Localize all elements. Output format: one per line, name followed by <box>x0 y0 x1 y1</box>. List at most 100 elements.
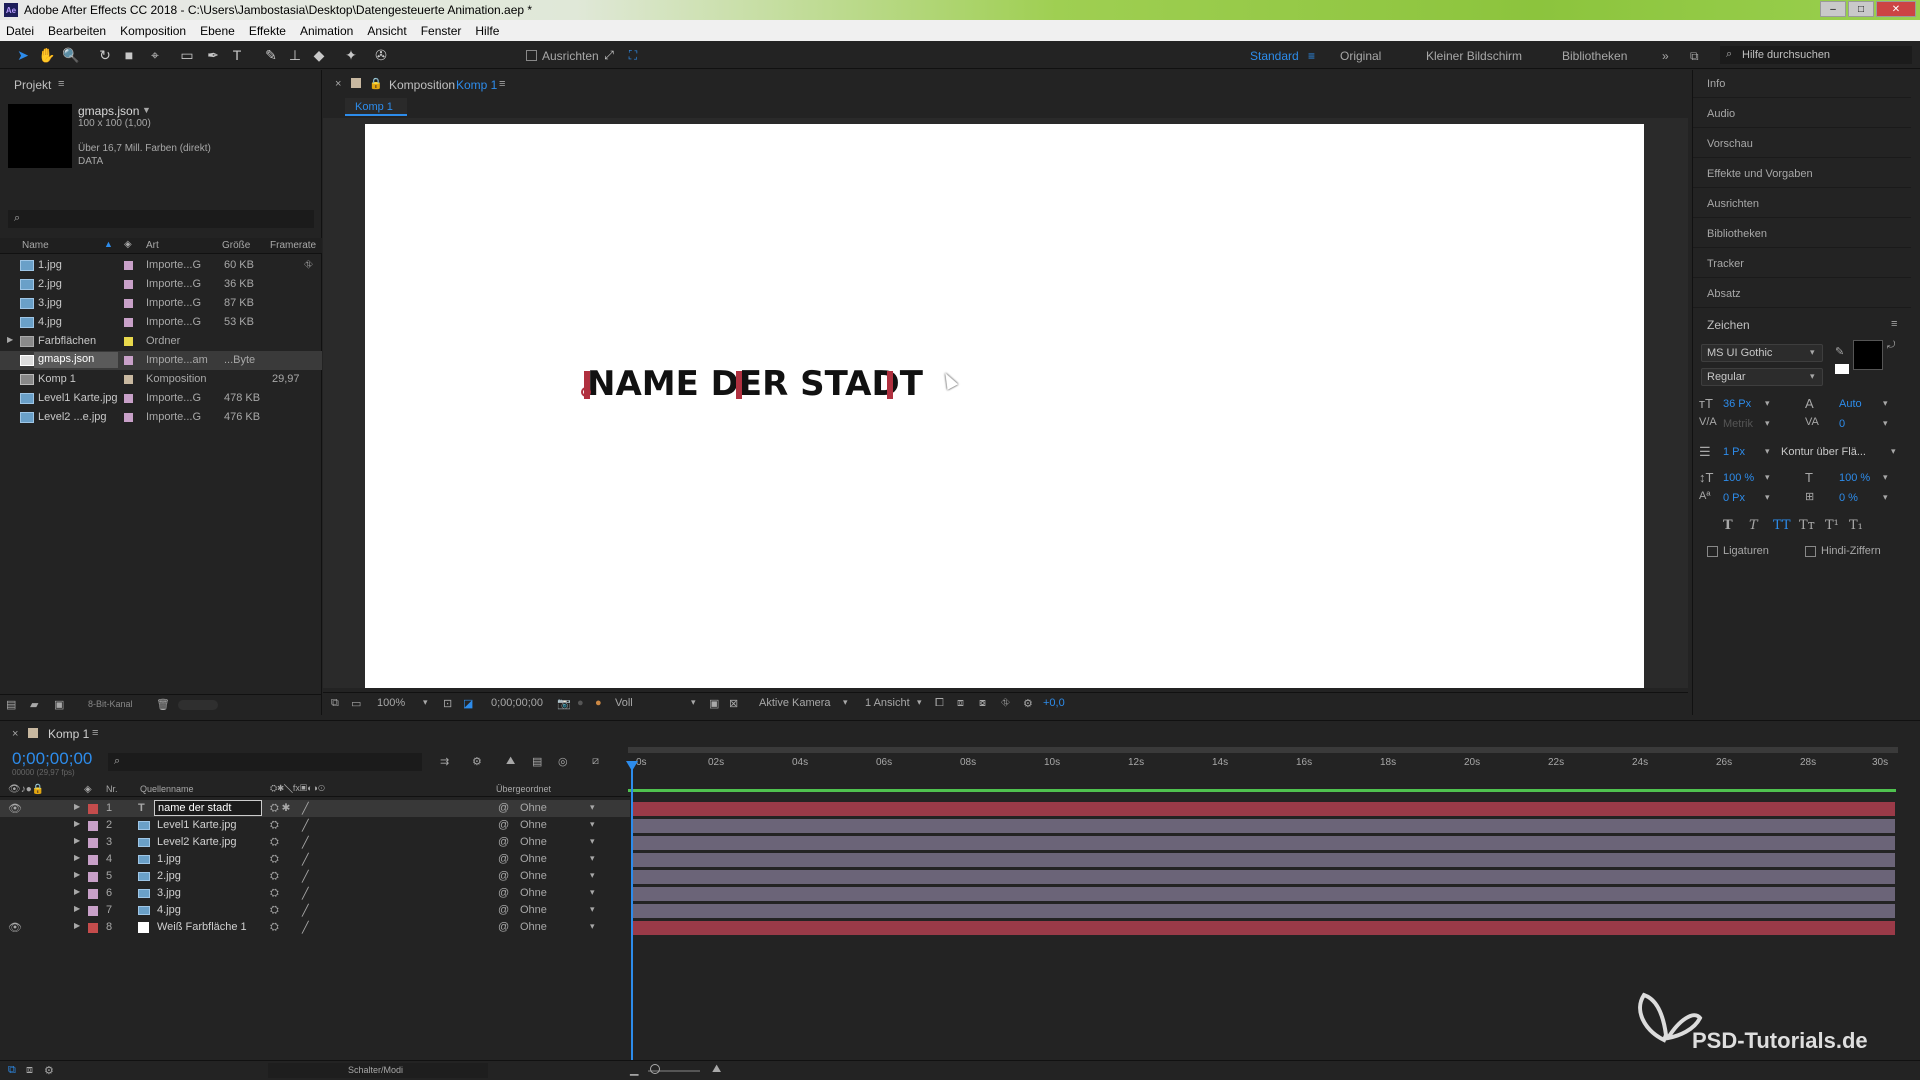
chevron-down-icon[interactable]: ▾ <box>917 697 922 708</box>
close-button[interactable]: ✕ <box>1876 1 1916 17</box>
quality-switch-icon[interactable]: ╱ <box>302 853 309 866</box>
label-column-icon[interactable]: ◈ <box>124 239 132 250</box>
layer-duration-bar[interactable] <box>632 802 1895 816</box>
layer-label-color[interactable] <box>88 906 98 916</box>
chevron-down-icon[interactable]: ▾ <box>1883 398 1888 409</box>
snapshot-icon[interactable]: 📷 <box>557 697 571 710</box>
transfer-controls-icon[interactable]: ⧈ <box>26 1064 33 1077</box>
clone-stamp-tool-icon[interactable]: ⊥ <box>286 47 304 63</box>
pick-whip-icon[interactable]: @ <box>498 870 509 882</box>
shy-switch-icon[interactable]: ⛭ <box>270 904 279 917</box>
label-color[interactable] <box>124 375 133 384</box>
expand-triangle-icon[interactable]: ▶ <box>74 802 80 811</box>
layer-duration-bar[interactable] <box>632 870 1895 884</box>
layer-name[interactable]: name der stadt <box>154 800 262 816</box>
chevron-down-icon[interactable]: ▾ <box>1765 446 1770 457</box>
align-checkbox[interactable] <box>526 50 537 61</box>
label-color[interactable] <box>124 356 133 365</box>
layer-name[interactable]: 1.jpg <box>157 853 181 865</box>
panel-info[interactable]: Info <box>1693 70 1911 98</box>
chevron-down-icon[interactable]: ▾ <box>590 921 595 932</box>
quality-switch-icon[interactable]: ╱ <box>302 819 309 832</box>
eraser-tool-icon[interactable]: ◆ <box>310 47 328 63</box>
menu-komposition[interactable]: Komposition <box>120 24 186 38</box>
monitor-icon[interactable]: ▭ <box>351 697 361 710</box>
time-ruler[interactable]: 0s 02s 04s 06s 08s 10s 12s 14s 16s 18s 2… <box>628 747 1898 779</box>
parent-select[interactable]: Ohne <box>520 921 547 933</box>
parent-select[interactable]: Ohne <box>520 819 547 831</box>
sync-settings-icon[interactable]: ⧉ <box>1690 49 1699 64</box>
parent-select[interactable]: Ohne <box>520 853 547 865</box>
more-workspaces-icon[interactable]: » <box>1662 49 1669 63</box>
motion-blur-icon[interactable]: ◎ <box>558 755 568 768</box>
kerning-value[interactable]: Metrik <box>1723 418 1753 430</box>
current-time[interactable]: 0;00;00;00 <box>491 697 543 709</box>
project-item-4jpg[interactable]: 4.jpg Importe...G 53 KB <box>0 313 322 332</box>
superscript-button[interactable]: T¹ <box>1825 518 1839 533</box>
chevron-down-icon[interactable]: ▾ <box>1765 398 1770 409</box>
expand-triangle-icon[interactable]: ▶ <box>74 853 80 862</box>
new-composition-icon[interactable]: ▣ <box>54 698 64 711</box>
draft-3d-icon[interactable]: ⚙ <box>472 755 482 768</box>
chevron-down-icon[interactable]: ▾ <box>843 697 848 708</box>
camera-select[interactable]: Aktive Kamera <box>759 697 831 709</box>
layer-duration-bar[interactable] <box>632 836 1895 850</box>
channel-icon[interactable]: ● <box>595 697 602 709</box>
shy-switch-icon[interactable]: ⛭ <box>270 887 279 900</box>
pick-whip-icon[interactable]: @ <box>498 819 509 831</box>
selected-item-name[interactable]: gmaps.json <box>78 104 139 118</box>
chevron-down-icon[interactable]: ▾ <box>590 819 595 830</box>
label-color[interactable] <box>124 394 133 403</box>
snap-icon[interactable]: ⤢ <box>600 47 618 63</box>
rotate-tool-icon[interactable]: ↻ <box>96 47 114 63</box>
hand-tool-icon[interactable]: ✋ <box>38 47 56 63</box>
exposure-value[interactable]: +0,0 <box>1043 697 1065 709</box>
lock-icon[interactable]: 🔒 <box>369 77 383 90</box>
hindi-digits-checkbox[interactable] <box>1805 546 1816 557</box>
font-style-select[interactable]: Regular ▾ <box>1701 368 1823 386</box>
menu-fenster[interactable]: Fenster <box>421 24 462 38</box>
chevron-down-icon[interactable]: ▾ <box>1765 492 1770 503</box>
fast-previews-icon[interactable]: ▣ <box>709 697 719 710</box>
project-item-2jpg[interactable]: 2.jpg Importe...G 36 KB <box>0 275 322 294</box>
panel-tracker[interactable]: Tracker <box>1693 250 1911 278</box>
all-caps-button[interactable]: TT <box>1773 518 1791 533</box>
stroke-width-value[interactable]: 1 Px <box>1723 446 1745 458</box>
shy-switch-icon[interactable]: ⛭ <box>270 836 279 849</box>
expand-triangle-icon[interactable]: ▶ <box>74 887 80 896</box>
quality-switch-icon[interactable]: ╱ <box>302 870 309 883</box>
layer-duration-bar[interactable] <box>632 853 1895 867</box>
transparency-grid-icon[interactable]: ⊠ <box>729 697 738 710</box>
workspace-menu-icon[interactable]: ≡ <box>1308 49 1315 63</box>
project-item-level1[interactable]: Level1 Karte.jpg Importe...G 478 KB <box>0 389 322 408</box>
parent-select[interactable]: Ohne <box>520 836 547 848</box>
close-tab-icon[interactable]: × <box>12 728 18 740</box>
pick-whip-icon[interactable]: @ <box>498 802 509 814</box>
expand-triangle-icon[interactable]: ▶ <box>74 921 80 930</box>
panel-bibliotheken[interactable]: Bibliotheken <box>1693 220 1911 248</box>
expand-triangle-icon[interactable]: ▶ <box>74 836 80 845</box>
zoom-out-icon[interactable]: ▁ <box>630 1063 638 1076</box>
pick-whip-icon[interactable]: @ <box>498 853 509 865</box>
shy-switch-icon[interactable]: ⛭ <box>270 870 279 883</box>
roto-brush-tool-icon[interactable]: ✦ <box>342 47 360 63</box>
quality-switch-icon[interactable]: ╱ <box>302 921 309 934</box>
shy-switch-icon[interactable]: ⛭ <box>270 853 279 866</box>
menu-effekte[interactable]: Effekte <box>249 24 286 38</box>
viewer-area[interactable]: NAME DER STADT <box>323 118 1688 688</box>
panel-effekte[interactable]: Effekte und Vorgaben <box>1693 160 1911 188</box>
faux-bold-button[interactable]: T <box>1723 518 1733 533</box>
layer-name[interactable]: Weiß Farbfläche 1 <box>157 921 247 933</box>
menu-bearbeiten[interactable]: Bearbeiten <box>48 24 106 38</box>
new-folder-icon[interactable]: ▰ <box>30 698 38 711</box>
shy-switch-icon[interactable]: ⛭ ✱ <box>270 802 290 815</box>
layer-row[interactable]: 👁 ▶ 8 Weiß Farbfläche 1 ⛭ ╱ @ Ohne ▾ <box>0 919 630 936</box>
zoom-in-icon[interactable]: ⛰ <box>712 1063 721 1076</box>
playhead[interactable] <box>631 765 633 1061</box>
panel-menu-icon[interactable]: ≡ <box>499 78 505 90</box>
fit-icon[interactable]: ⊡ <box>443 697 452 710</box>
layer-name[interactable]: 3.jpg <box>157 887 181 899</box>
small-caps-button[interactable]: Tт <box>1799 518 1815 533</box>
pan-behind-tool-icon[interactable]: ⌖ <box>146 47 164 63</box>
graph-editor-icon[interactable]: ⧄ <box>592 755 599 768</box>
